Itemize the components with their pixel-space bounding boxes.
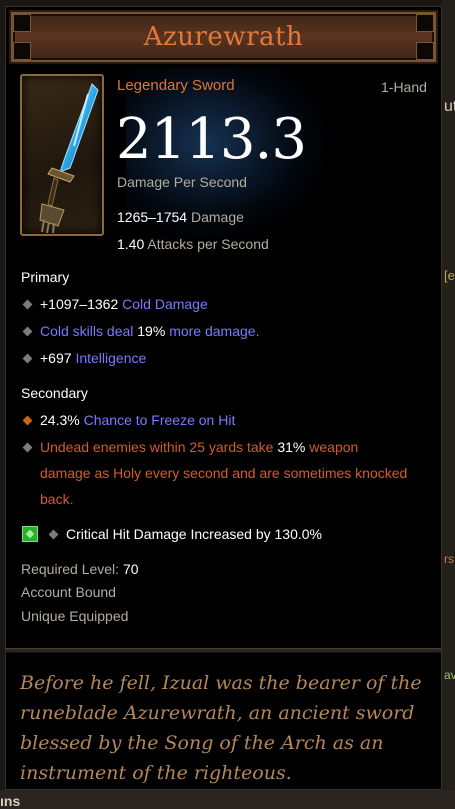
stat-bullet-icon	[22, 353, 33, 364]
stat-value: +1097–1362	[40, 296, 119, 312]
stat-bullet-icon	[22, 299, 33, 310]
legendary-power-line-1: Undead enemies within 25 yards take 31% …	[40, 439, 358, 455]
legendary-bullet-icon	[22, 415, 33, 426]
stat-bullet-icon	[22, 326, 33, 337]
stat-text: Intelligence	[75, 350, 147, 366]
flavor-line: Before he fell, Izual was the bearer of …	[20, 672, 422, 694]
account-bound: Account Bound	[21, 584, 116, 600]
background-text-fragment: av	[444, 668, 455, 682]
item-tooltip: Azurewrath Legendary Sword 1-Hand 2113.3…	[5, 6, 442, 790]
stat-text: more damage.	[169, 323, 260, 339]
attack-speed-line: 1.40 Attacks per Second	[117, 236, 269, 252]
item-type: Legendary Sword	[117, 77, 235, 94]
item-slot: 1-Hand	[381, 79, 427, 95]
flavor-line: runeblade Azurewrath, an ancient sword	[20, 702, 415, 724]
legendary-power-text: Undead enemies within 25 yards take	[40, 439, 274, 455]
flavor-line: instrument of the righteous.	[20, 762, 292, 784]
legendary-power-value: 31%	[277, 439, 306, 455]
stat-value: 19%	[137, 323, 166, 339]
background-panel-right	[442, 0, 455, 809]
attack-speed-value: 1.40	[117, 236, 145, 252]
background-text-fragment: rs	[444, 552, 454, 566]
primary-stat: +1097–1362 Cold Damage	[40, 296, 208, 312]
stat-value: +697	[40, 350, 72, 366]
attack-speed-label: Attacks per Second	[147, 236, 269, 252]
stat-text: Chance to Freeze on Hit	[83, 412, 236, 428]
stat-text: Cold skills deal	[40, 323, 134, 339]
required-level: Required Level: 70	[21, 561, 139, 577]
unique-equipped: Unique Equipped	[21, 608, 129, 624]
stat-bullet-icon	[48, 529, 59, 540]
damage-label: Damage	[190, 209, 244, 225]
damage-line: 1265–1754 Damage	[117, 209, 244, 225]
required-level-label: Required Level:	[21, 561, 120, 577]
background-text-fragment: [e	[444, 268, 455, 283]
dps-value: 2113.3	[116, 107, 307, 172]
secondary-stat: 24.3% Chance to Freeze on Hit	[40, 412, 235, 428]
flavor-line: blessed by the Song of the Arch as an	[20, 732, 384, 754]
background-text-fragment: ıns	[0, 793, 21, 809]
legendary-power-text: weapon	[309, 439, 359, 455]
flavor-text: Before he fell, Izual was the bearer of …	[20, 668, 430, 788]
legendary-power-line-3: back.	[40, 491, 74, 507]
dps-label: Damage Per Second	[117, 174, 247, 190]
primary-stat: Cold skills deal 19% more damage.	[40, 323, 259, 339]
secondary-heading: Secondary	[21, 385, 88, 401]
emerald-gem-icon	[22, 526, 38, 542]
flavor-divider	[6, 648, 441, 653]
stat-text: Cold Damage	[122, 296, 208, 312]
item-icon-frame	[20, 74, 104, 236]
sword-icon	[39, 83, 99, 234]
required-level-value: 70	[122, 561, 139, 577]
legendary-power-line-2: damage as Holy every second and are some…	[40, 465, 408, 481]
stat-bullet-icon	[22, 442, 33, 453]
background-panel-bottom	[0, 790, 455, 809]
socket-bonus: Critical Hit Damage Increased by 130.0%	[66, 526, 323, 542]
stat-value: 24.3%	[40, 412, 80, 428]
item-title-bar: Azurewrath	[9, 10, 438, 64]
item-name: Azurewrath	[143, 22, 304, 52]
primary-heading: Primary	[21, 269, 70, 285]
primary-stat: +697 Intelligence	[40, 350, 146, 366]
damage-range: 1265–1754	[117, 209, 188, 225]
background-text-fragment: ut	[444, 98, 455, 115]
